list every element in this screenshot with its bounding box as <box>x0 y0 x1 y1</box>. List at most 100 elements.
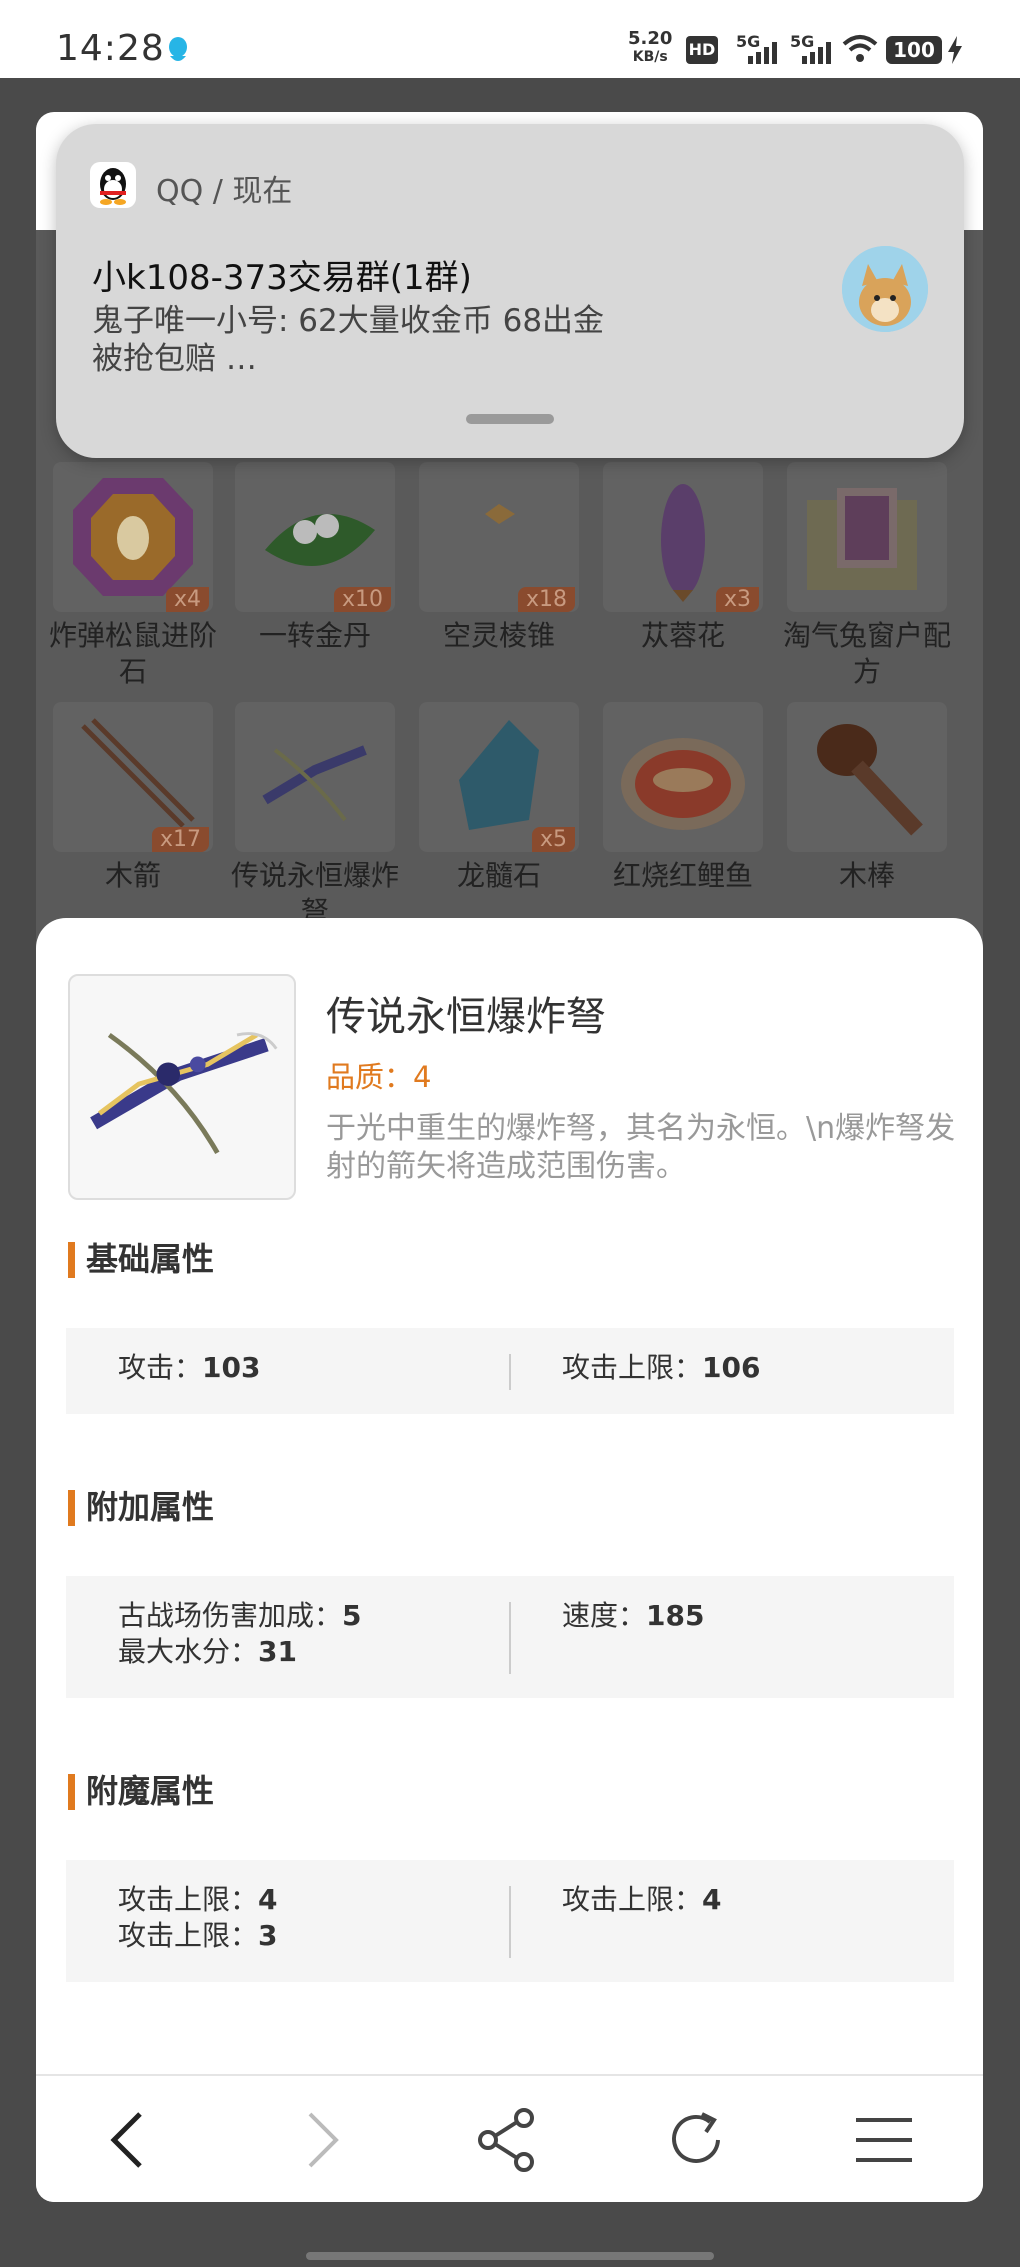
grid-item[interactable]: 木棒 <box>782 702 952 894</box>
attribute-label: 最大水分： <box>118 1635 259 1668</box>
item-thumb: x18 <box>419 462 579 612</box>
attribute-value: 106 <box>702 1351 761 1384</box>
grid-item[interactable]: 淘气兔窗户配方 <box>782 462 952 690</box>
item-thumb <box>787 702 947 852</box>
attribute-label: 攻击上限： <box>562 1883 703 1916</box>
pyramid-icon <box>485 504 515 524</box>
notification-app-line: QQ / 现在 <box>156 174 293 209</box>
item-thumb <box>787 462 947 612</box>
share-icon[interactable] <box>470 2102 546 2178</box>
attribute-value: 4 <box>258 1883 278 1916</box>
sender-avatar <box>842 246 928 332</box>
attribute-label: 古战场伤害加成： <box>118 1599 343 1632</box>
item-thumb: x5 <box>419 702 579 852</box>
attribute-label: 攻击上限： <box>118 1883 259 1916</box>
back-icon[interactable] <box>92 2102 168 2178</box>
refresh-icon[interactable] <box>658 2102 734 2178</box>
attribute-label: 攻击： <box>118 1351 203 1384</box>
column-divider <box>509 1354 511 1390</box>
notification-title: 小k108-373交易群(1群) <box>92 258 472 298</box>
grid-item[interactable]: x17 木箭 <box>48 702 218 894</box>
attribute-row: 速度：185 <box>562 1598 704 1634</box>
grid-item[interactable]: 红烧红鲤鱼 <box>598 702 768 894</box>
menu-icon[interactable] <box>846 2102 922 2178</box>
item-thumb <box>603 702 763 852</box>
attribute-value: 31 <box>258 1635 297 1668</box>
penguin-icon <box>100 168 126 205</box>
item-count: x17 <box>151 827 209 852</box>
item-name: 空灵棱锥 <box>442 619 555 652</box>
grid-item[interactable]: x3 苁蓉花 <box>598 462 768 654</box>
qq-app-icon <box>90 162 136 208</box>
section-title-extra: 附加属性 <box>68 1488 214 1526</box>
battery-icon: 100 <box>886 36 942 64</box>
attribute-list-right: 攻击上限：4 <box>562 1882 722 1918</box>
wifi-icon <box>842 35 878 62</box>
item-thumb: x4 <box>53 462 213 612</box>
club-icon <box>817 724 923 836</box>
section-title-basic: 基础属性 <box>68 1240 214 1278</box>
qq-notification[interactable]: QQ / 现在 小k108-373交易群(1群) 鬼子唯一小号: 62大量收金币… <box>56 124 964 458</box>
attribute-list-right: 速度：185 <box>562 1598 704 1634</box>
attribute-row: 最大水分：31 <box>118 1634 362 1670</box>
arrow-icon <box>81 718 195 828</box>
item-title: 传说永恒爆炸弩 <box>326 994 606 1040</box>
item-thumb: x17 <box>53 702 213 852</box>
flower-icon <box>661 484 705 602</box>
qq-notification-icon <box>169 37 187 61</box>
item-count: x3 <box>715 587 759 612</box>
item-image <box>68 974 296 1200</box>
attribute-row: 攻击上限：3 <box>118 1918 278 1954</box>
speed-unit: KB/s <box>632 49 668 65</box>
item-thumb: x3 <box>603 462 763 612</box>
item-description: 于光中重生的爆炸弩，其名为永恒。\n爆炸弩发射的箭矢将造成范围伤害。 <box>326 1111 956 1184</box>
pill-icon <box>265 514 375 566</box>
item-name: 苁蓉花 <box>640 619 725 652</box>
attribute-value: 4 <box>702 1883 722 1916</box>
item-name: 红烧红鲤鱼 <box>612 859 753 892</box>
attribute-list-left: 攻击上限：4 攻击上限：3 <box>118 1882 278 1954</box>
item-count: x18 <box>517 587 575 612</box>
item-name: 炸弹松鼠进阶石 <box>48 619 217 688</box>
attribute-row: 攻击：103 <box>118 1350 260 1386</box>
crossbow-icon <box>90 1032 278 1155</box>
home-indicator[interactable] <box>306 2252 714 2260</box>
section-basic: 攻击：103 攻击上限：106 <box>66 1328 954 1414</box>
hd-badge: HD <box>686 36 718 64</box>
attribute-value: 5 <box>342 1599 362 1632</box>
attribute-label: 攻击上限： <box>562 1351 703 1384</box>
signal-icon <box>748 42 777 64</box>
grid-item[interactable]: x10 一转金丹 <box>230 462 400 654</box>
attribute-value: 103 <box>202 1351 261 1384</box>
item-thumb <box>235 702 395 852</box>
network-speed: 5.20 KB/s <box>628 30 672 66</box>
attribute-value: 3 <box>258 1919 278 1952</box>
item-count: x10 <box>333 587 391 612</box>
attribute-row: 攻击上限：4 <box>562 1882 722 1918</box>
column-divider <box>509 1886 511 1958</box>
item-detail-sheet: 传说永恒爆炸弩 品质：4 于光中重生的爆炸弩，其名为永恒。\n爆炸弩发射的箭矢将… <box>36 918 983 2202</box>
signal-icon <box>802 42 831 64</box>
scroll-icon <box>807 488 917 590</box>
grid-item[interactable]: x4 炸弹松鼠进阶石 <box>48 462 218 690</box>
attribute-list-right: 攻击上限：106 <box>562 1350 760 1386</box>
grid-item[interactable]: 传说永恒爆炸弩 <box>230 702 400 930</box>
crystal-icon <box>459 720 539 830</box>
gem-icon <box>73 478 193 596</box>
grid-item[interactable]: x5 龙髓石 <box>414 702 584 894</box>
grid-item[interactable]: x18 空灵棱锥 <box>414 462 584 654</box>
item-count: x4 <box>165 587 209 612</box>
item-count: x5 <box>531 827 575 852</box>
status-bar: 14:28 5.20 KB/s HD 5G 5G 100 <box>0 0 1020 78</box>
item-name: 龙髓石 <box>456 859 541 892</box>
notification-body: 鬼子唯一小号: 62大量收金币 68出金 被抢包赔 … <box>92 303 605 377</box>
attribute-row: 攻击上限：4 <box>118 1882 278 1918</box>
forward-icon[interactable] <box>282 2102 358 2178</box>
notification-handle[interactable] <box>466 414 554 424</box>
speed-value: 5.20 <box>628 28 673 49</box>
attribute-list-left: 攻击：103 <box>118 1350 260 1386</box>
item-quality: 品质：4 <box>326 1060 432 1094</box>
section-extra: 古战场伤害加成：5 最大水分：31 速度：185 <box>66 1576 954 1698</box>
attribute-value: 185 <box>646 1599 705 1632</box>
item-name: 一转金丹 <box>258 619 371 652</box>
